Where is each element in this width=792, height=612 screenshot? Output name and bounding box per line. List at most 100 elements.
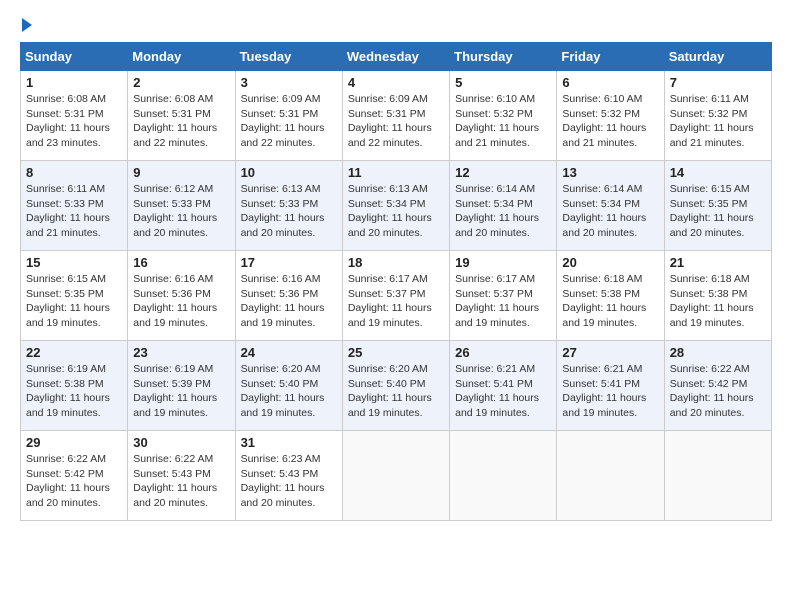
calendar-week-row: 29 Sunrise: 6:22 AMSunset: 5:42 PMDayligh…	[21, 431, 772, 521]
day-info: Sunrise: 6:18 AMSunset: 5:38 PMDaylight:…	[670, 272, 766, 331]
day-info: Sunrise: 6:18 AMSunset: 5:38 PMDaylight:…	[562, 272, 658, 331]
day-number: 5	[455, 75, 551, 90]
calendar-cell: 20 Sunrise: 6:18 AMSunset: 5:38 PMDayligh…	[557, 251, 664, 341]
day-number: 30	[133, 435, 229, 450]
day-number: 2	[133, 75, 229, 90]
day-number: 9	[133, 165, 229, 180]
calendar-header-thursday: Thursday	[450, 43, 557, 71]
day-number: 7	[670, 75, 766, 90]
calendar-cell: 29 Sunrise: 6:22 AMSunset: 5:42 PMDayligh…	[21, 431, 128, 521]
day-number: 6	[562, 75, 658, 90]
calendar-cell: 16 Sunrise: 6:16 AMSunset: 5:36 PMDayligh…	[128, 251, 235, 341]
logo	[20, 20, 32, 32]
calendar-cell: 19 Sunrise: 6:17 AMSunset: 5:37 PMDayligh…	[450, 251, 557, 341]
calendar-header-friday: Friday	[557, 43, 664, 71]
day-number: 25	[348, 345, 444, 360]
day-info: Sunrise: 6:20 AMSunset: 5:40 PMDaylight:…	[241, 362, 337, 421]
calendar-header-wednesday: Wednesday	[342, 43, 449, 71]
calendar-table: SundayMondayTuesdayWednesdayThursdayFrid…	[20, 42, 772, 521]
day-info: Sunrise: 6:08 AMSunset: 5:31 PMDaylight:…	[26, 92, 122, 151]
day-info: Sunrise: 6:16 AMSunset: 5:36 PMDaylight:…	[241, 272, 337, 331]
day-info: Sunrise: 6:21 AMSunset: 5:41 PMDaylight:…	[562, 362, 658, 421]
calendar-cell: 27Sunrise: 6:21 AMSunset: 5:41 PMDayligh…	[557, 341, 664, 431]
calendar-cell: 8 Sunrise: 6:11 AMSunset: 5:33 PMDaylight…	[21, 161, 128, 251]
day-info: Sunrise: 6:11 AMSunset: 5:33 PMDaylight:…	[26, 182, 122, 241]
calendar-cell: 11 Sunrise: 6:13 AMSunset: 5:34 PMDayligh…	[342, 161, 449, 251]
day-number: 31	[241, 435, 337, 450]
calendar-cell: 25 Sunrise: 6:20 AMSunset: 5:40 PMDayligh…	[342, 341, 449, 431]
day-info: Sunrise: 6:19 AMSunset: 5:39 PMDaylight:…	[133, 362, 229, 421]
day-info: Sunrise: 6:23 AMSunset: 5:43 PMDaylight:…	[241, 452, 337, 511]
calendar-cell: 22 Sunrise: 6:19 AMSunset: 5:38 PMDayligh…	[21, 341, 128, 431]
day-number: 8	[26, 165, 122, 180]
calendar-cell: 26Sunrise: 6:21 AMSunset: 5:41 PMDayligh…	[450, 341, 557, 431]
calendar-cell: 6 Sunrise: 6:10 AMSunset: 5:32 PMDaylight…	[557, 71, 664, 161]
calendar-cell	[664, 431, 771, 521]
day-number: 29	[26, 435, 122, 450]
day-number: 11	[348, 165, 444, 180]
day-number: 18	[348, 255, 444, 270]
day-info: Sunrise: 6:14 AMSunset: 5:34 PMDaylight:…	[562, 182, 658, 241]
day-info: Sunrise: 6:13 AMSunset: 5:34 PMDaylight:…	[348, 182, 444, 241]
day-number: 16	[133, 255, 229, 270]
day-info: Sunrise: 6:17 AMSunset: 5:37 PMDaylight:…	[455, 272, 551, 331]
calendar-cell: 17 Sunrise: 6:16 AMSunset: 5:36 PMDayligh…	[235, 251, 342, 341]
day-info: Sunrise: 6:21 AMSunset: 5:41 PMDaylight:…	[455, 362, 551, 421]
day-info: Sunrise: 6:14 AMSunset: 5:34 PMDaylight:…	[455, 182, 551, 241]
day-info: Sunrise: 6:20 AMSunset: 5:40 PMDaylight:…	[348, 362, 444, 421]
calendar-cell: 18 Sunrise: 6:17 AMSunset: 5:37 PMDayligh…	[342, 251, 449, 341]
calendar-cell: 24 Sunrise: 6:20 AMSunset: 5:40 PMDayligh…	[235, 341, 342, 431]
day-number: 15	[26, 255, 122, 270]
calendar-cell: 3 Sunrise: 6:09 AMSunset: 5:31 PMDaylight…	[235, 71, 342, 161]
calendar-header-tuesday: Tuesday	[235, 43, 342, 71]
calendar-cell: 28Sunrise: 6:22 AMSunset: 5:42 PMDayligh…	[664, 341, 771, 431]
calendar-cell: 14 Sunrise: 6:15 AMSunset: 5:35 PMDayligh…	[664, 161, 771, 251]
day-info: Sunrise: 6:13 AMSunset: 5:33 PMDaylight:…	[241, 182, 337, 241]
day-info: Sunrise: 6:22 AMSunset: 5:43 PMDaylight:…	[133, 452, 229, 511]
day-info: Sunrise: 6:10 AMSunset: 5:32 PMDaylight:…	[562, 92, 658, 151]
day-number: 14	[670, 165, 766, 180]
day-number: 20	[562, 255, 658, 270]
calendar-cell: 2Sunrise: 6:08 AMSunset: 5:31 PMDaylight…	[128, 71, 235, 161]
day-info: Sunrise: 6:16 AMSunset: 5:36 PMDaylight:…	[133, 272, 229, 331]
calendar-cell: 30 Sunrise: 6:22 AMSunset: 5:43 PMDayligh…	[128, 431, 235, 521]
calendar-cell: 21Sunrise: 6:18 AMSunset: 5:38 PMDayligh…	[664, 251, 771, 341]
calendar-week-row: 15 Sunrise: 6:15 AMSunset: 5:35 PMDayligh…	[21, 251, 772, 341]
calendar-cell	[557, 431, 664, 521]
day-number: 17	[241, 255, 337, 270]
calendar-header-monday: Monday	[128, 43, 235, 71]
calendar-cell: 9 Sunrise: 6:12 AMSunset: 5:33 PMDaylight…	[128, 161, 235, 251]
calendar-cell	[342, 431, 449, 521]
day-info: Sunrise: 6:11 AMSunset: 5:32 PMDaylight:…	[670, 92, 766, 151]
day-info: Sunrise: 6:15 AMSunset: 5:35 PMDaylight:…	[26, 272, 122, 331]
calendar-cell: 12 Sunrise: 6:14 AMSunset: 5:34 PMDayligh…	[450, 161, 557, 251]
day-number: 24	[241, 345, 337, 360]
day-info: Sunrise: 6:09 AMSunset: 5:31 PMDaylight:…	[348, 92, 444, 151]
calendar-cell: 13Sunrise: 6:14 AMSunset: 5:34 PMDayligh…	[557, 161, 664, 251]
day-number: 12	[455, 165, 551, 180]
day-number: 3	[241, 75, 337, 90]
calendar-cell: 23Sunrise: 6:19 AMSunset: 5:39 PMDayligh…	[128, 341, 235, 431]
day-number: 19	[455, 255, 551, 270]
calendar-header-sunday: Sunday	[21, 43, 128, 71]
day-info: Sunrise: 6:22 AMSunset: 5:42 PMDaylight:…	[26, 452, 122, 511]
day-info: Sunrise: 6:19 AMSunset: 5:38 PMDaylight:…	[26, 362, 122, 421]
day-info: Sunrise: 6:17 AMSunset: 5:37 PMDaylight:…	[348, 272, 444, 331]
day-number: 4	[348, 75, 444, 90]
day-info: Sunrise: 6:15 AMSunset: 5:35 PMDaylight:…	[670, 182, 766, 241]
day-info: Sunrise: 6:09 AMSunset: 5:31 PMDaylight:…	[241, 92, 337, 151]
calendar-header-row: SundayMondayTuesdayWednesdayThursdayFrid…	[21, 43, 772, 71]
calendar-cell	[450, 431, 557, 521]
day-info: Sunrise: 6:10 AMSunset: 5:32 PMDaylight:…	[455, 92, 551, 151]
calendar-cell: 1 Sunrise: 6:08 AMSunset: 5:31 PMDaylight…	[21, 71, 128, 161]
calendar-cell: 15 Sunrise: 6:15 AMSunset: 5:35 PMDayligh…	[21, 251, 128, 341]
calendar-cell: 7 Sunrise: 6:11 AMSunset: 5:32 PMDaylight…	[664, 71, 771, 161]
day-info: Sunrise: 6:12 AMSunset: 5:33 PMDaylight:…	[133, 182, 229, 241]
calendar-cell: 31 Sunrise: 6:23 AMSunset: 5:43 PMDayligh…	[235, 431, 342, 521]
calendar-cell: 5 Sunrise: 6:10 AMSunset: 5:32 PMDaylight…	[450, 71, 557, 161]
day-number: 1	[26, 75, 122, 90]
calendar-header-saturday: Saturday	[664, 43, 771, 71]
page-header	[20, 20, 772, 32]
calendar-week-row: 8 Sunrise: 6:11 AMSunset: 5:33 PMDaylight…	[21, 161, 772, 251]
day-number: 22	[26, 345, 122, 360]
